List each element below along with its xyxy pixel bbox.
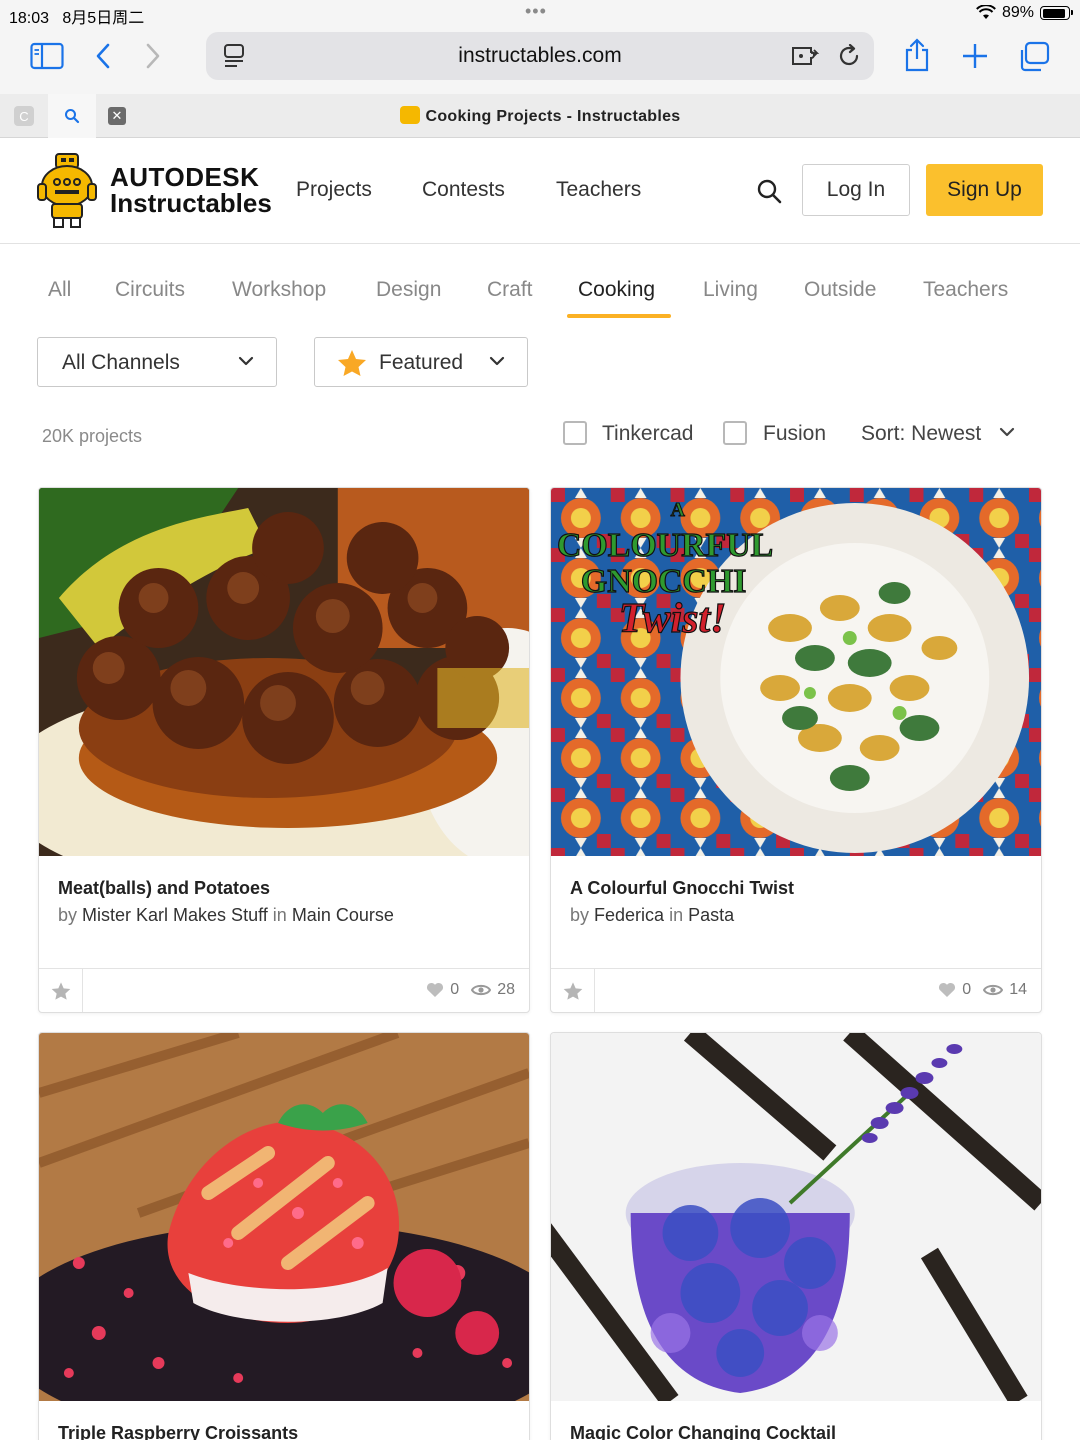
category-tab-teachers[interactable]: Teachers [923,278,1008,302]
signup-button[interactable]: Sign Up [926,164,1043,216]
sidebar-icon[interactable] [28,40,66,72]
view-count: 14 [1009,981,1027,998]
raspberry-croissants-image[interactable] [39,1033,529,1401]
chevron-down-icon [238,356,254,366]
project-card[interactable]: Triple Raspberry Croissants [38,1032,530,1440]
like-count: 0 [450,981,460,998]
tinkercad-checkbox[interactable] [563,421,587,445]
site-header: AUTODESK Instructables Projects Contests… [0,138,1080,244]
card-footer: 0 28 [39,968,529,1012]
card-title[interactable]: Magic Color Changing Cocktail [570,1423,836,1440]
card-stats: 0 28 [426,981,515,999]
sort-label: Sort: Newest [861,422,982,445]
star-icon [51,982,70,1000]
status-time: 18:03 8月5日周二 [9,10,145,27]
tab-strip: C ✕ Cooking Projects - Instructables [0,94,1080,138]
category-tab-circuits[interactable]: Circuits [115,278,185,302]
multitasking-dots[interactable]: ••• [525,1,547,22]
robot-favicon-icon [399,106,420,124]
site-search-icon[interactable] [756,178,782,204]
gnocchi-image-text-twist: Twist! [619,596,727,642]
nav-teachers[interactable]: Teachers [556,178,641,202]
wifi-icon [976,5,996,19]
card-byline: by Federica in Pasta [570,905,735,925]
card-footer: 0 14 [551,968,1041,1012]
reload-icon[interactable] [834,42,864,70]
favorite-button[interactable] [39,969,83,1012]
card-channel[interactable]: Pasta [688,905,734,925]
heart-icon [427,982,444,997]
translate-icon[interactable] [790,42,822,70]
tab-title: Cooking Projects - Instructables [425,108,681,125]
address-bar[interactable]: instructables.com [206,32,874,80]
category-tab-outside[interactable]: Outside [804,278,876,302]
battery-percent: 89% [1001,4,1034,21]
color-changing-cocktail-image[interactable] [551,1033,1041,1401]
featured-select[interactable]: Featured [314,337,528,387]
card-title[interactable]: A Colourful Gnocchi Twist [570,878,794,899]
category-tab-design[interactable]: Design [376,278,441,302]
nav-projects[interactable]: Projects [296,178,372,202]
featured-select-value: Featured [379,351,464,374]
gnocchi-image-text-colourful: COLOURFUL [557,527,773,564]
project-card[interactable]: Magic Color Changing Cocktail [550,1032,1042,1440]
category-tab-craft[interactable]: Craft [487,278,533,302]
active-tab[interactable]: Cooking Projects - Instructables [0,106,1080,126]
like-count: 0 [962,981,972,998]
fusion-label[interactable]: Fusion [763,422,826,446]
star-icon [563,982,582,1000]
login-button[interactable]: Log In [802,164,910,216]
card-stats: 0 14 [938,981,1027,999]
instructables-robot-logo[interactable] [36,152,98,230]
channel-select-value: All Channels [62,351,180,374]
new-tab-icon[interactable] [958,40,992,72]
card-channel[interactable]: Main Course [292,905,394,925]
gnocchi-image-text-gnocchi: GNOCCHI [581,563,747,600]
favorite-button[interactable] [551,969,595,1012]
tabs-overview-icon[interactable] [1016,40,1052,74]
category-tab-cooking[interactable]: Cooking [578,278,655,302]
heart-icon [939,982,956,997]
url-text: instructables.com [458,44,622,67]
category-tab-workshop[interactable]: Workshop [232,278,326,302]
browser-toolbar: instructables.com [0,28,1080,94]
back-icon[interactable] [88,40,118,72]
share-icon[interactable] [900,36,934,74]
logo-instructables[interactable]: Instructables [110,188,272,219]
project-card[interactable]: Meat(balls) and Potatoes by Mister Karl … [38,487,530,1013]
colourful-gnocchi-image[interactable]: A COLOURFUL GNOCCHI Twist! [551,488,1041,856]
category-tab-all[interactable]: All [48,278,71,302]
view-count: 28 [497,981,515,998]
card-title[interactable]: Triple Raspberry Croissants [58,1423,298,1440]
project-card[interactable]: A COLOURFUL GNOCCHI Twist! A Colourful G… [550,487,1042,1013]
category-tab-living[interactable]: Living [703,278,758,302]
meatballs-potatoes-image[interactable] [39,488,529,856]
card-byline: by Mister Karl Makes Stuff in Main Cours… [58,905,394,925]
nav-contests[interactable]: Contests [422,178,505,202]
project-count: 20K projects [42,426,143,446]
card-author[interactable]: Federica [594,905,664,925]
active-tab-underline [567,314,671,318]
battery-icon [1040,6,1073,20]
chevron-down-icon [999,427,1015,437]
star-icon [338,350,366,376]
gnocchi-image-text-a: A [671,499,686,521]
card-author[interactable]: Mister Karl Makes Stuff [82,905,268,925]
forward-icon[interactable] [138,40,168,72]
card-title[interactable]: Meat(balls) and Potatoes [58,878,270,899]
eye-icon [983,984,1004,996]
chevron-down-icon [489,356,505,366]
tinkercad-label[interactable]: Tinkercad [602,422,693,446]
channel-select[interactable]: All Channels [37,337,277,387]
eye-icon [471,984,492,996]
status-bar: 18:03 8月5日周二 ••• 89% [0,0,1080,28]
fusion-checkbox[interactable] [723,421,747,445]
sort-select[interactable]: Sort: Newest [861,422,1015,446]
